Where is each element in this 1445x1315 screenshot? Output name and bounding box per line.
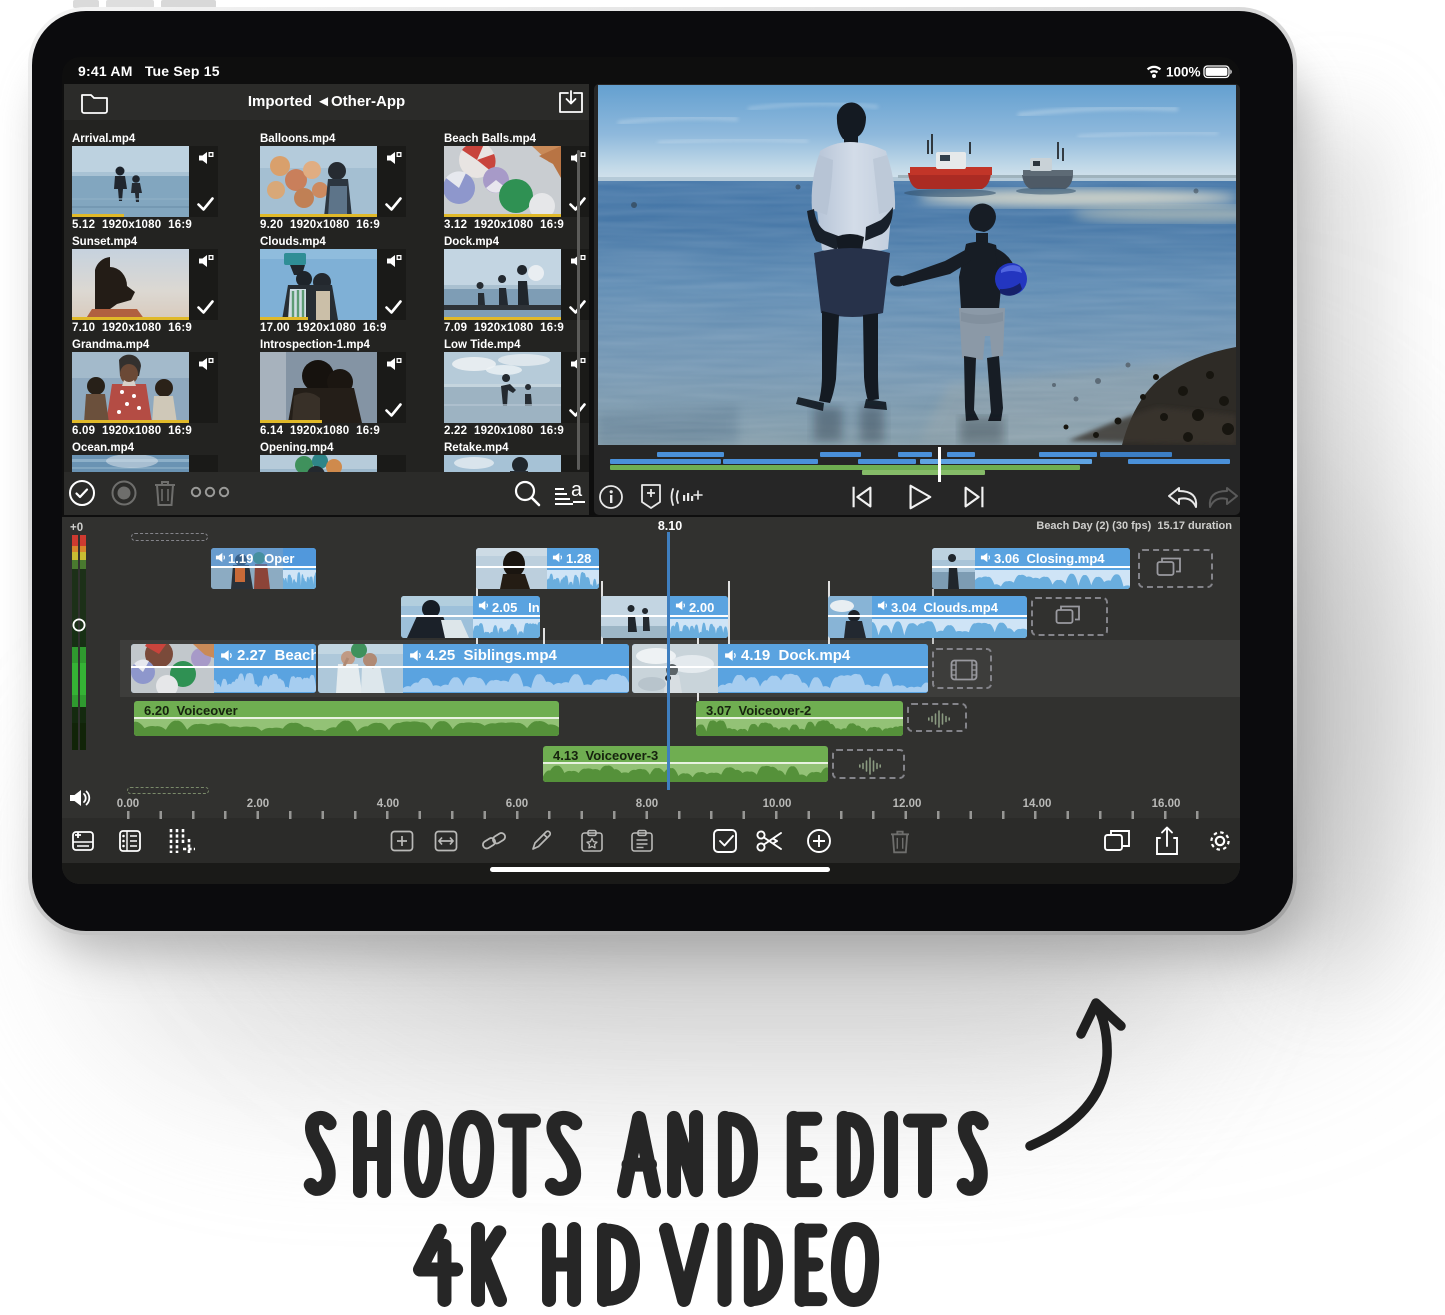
svg-text:100%: 100% xyxy=(1166,65,1201,80)
svg-text:a: a xyxy=(571,479,583,501)
